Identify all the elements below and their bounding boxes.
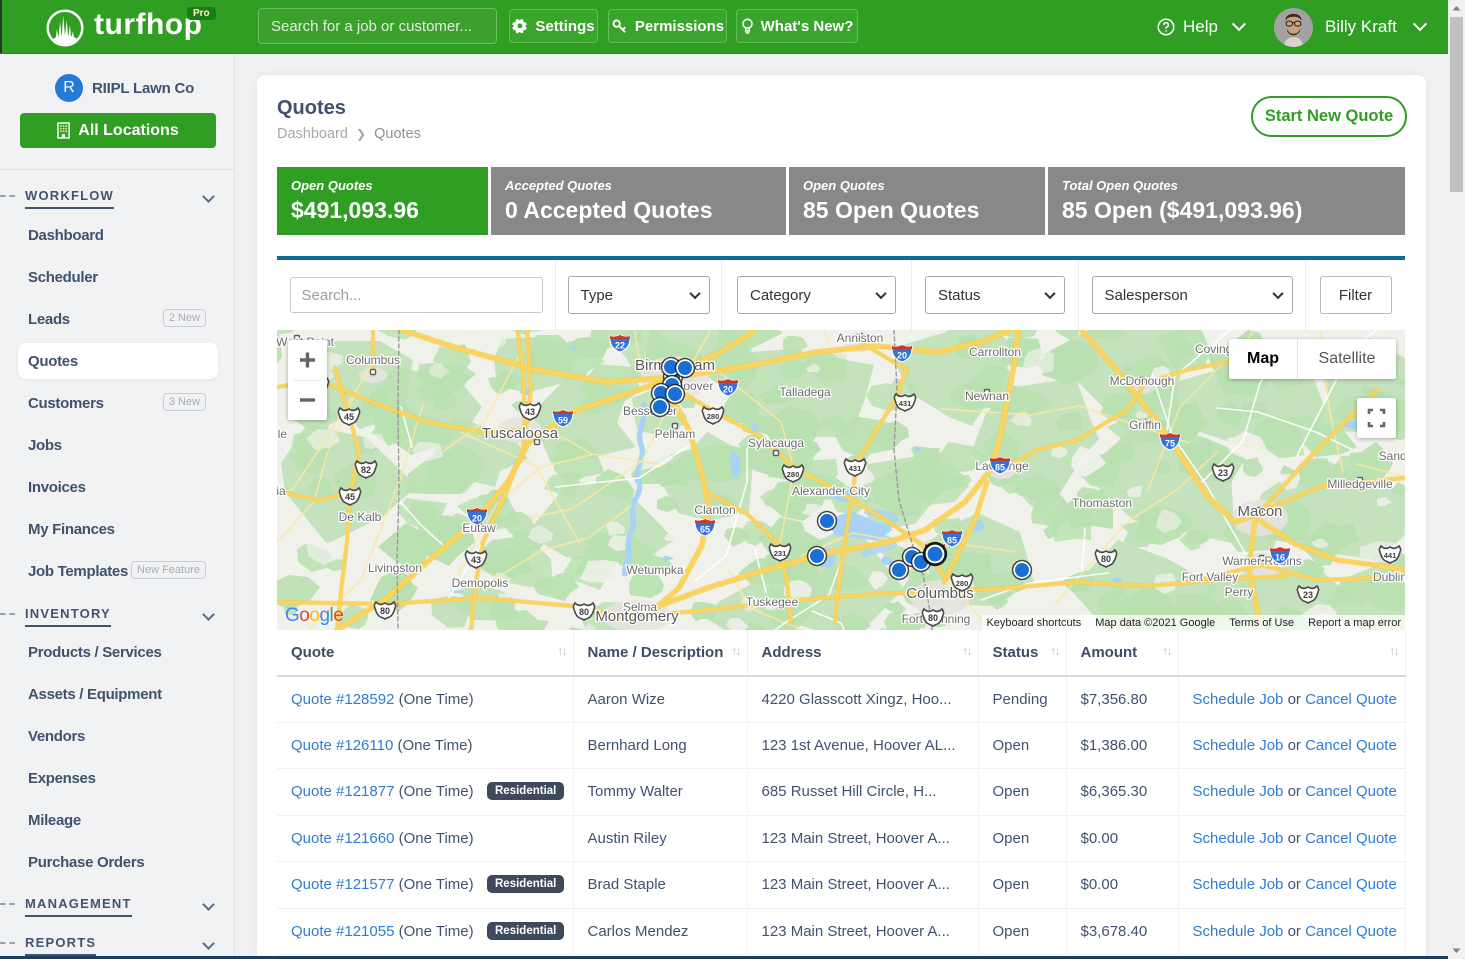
svg-text:80: 80	[928, 613, 938, 623]
svg-text:85: 85	[947, 536, 957, 546]
svg-text:23: 23	[1218, 468, 1228, 478]
svg-text:Clanton: Clanton	[694, 503, 735, 517]
svg-text:Livingston: Livingston	[368, 561, 422, 575]
svg-text:Sanders: Sanders	[1379, 449, 1405, 463]
svg-text:De Kalb: De Kalb	[339, 510, 382, 524]
svg-text:Sylacauga: Sylacauga	[748, 436, 804, 450]
svg-text:Warner Robins: Warner Robins	[1222, 554, 1302, 568]
svg-text:80: 80	[1101, 554, 1111, 564]
svg-text:Dublin: Dublin	[1373, 570, 1405, 584]
svg-text:441: 441	[1384, 551, 1397, 560]
svg-text:75: 75	[1165, 439, 1175, 449]
svg-text:Talladega: Talladega	[779, 385, 831, 399]
svg-text:231: 231	[774, 549, 787, 558]
svg-text:45: 45	[344, 412, 354, 422]
svg-text:20: 20	[897, 351, 907, 361]
svg-text:Tuskegee: Tuskegee	[746, 595, 799, 609]
svg-text:65: 65	[700, 525, 710, 535]
svg-text:Montgomery: Montgomery	[595, 608, 679, 625]
svg-text:85: 85	[995, 463, 1005, 473]
svg-text:280: 280	[956, 579, 969, 588]
svg-text:431: 431	[849, 464, 862, 473]
svg-text:43: 43	[525, 407, 535, 417]
svg-text:Wetumpka: Wetumpka	[626, 563, 683, 577]
svg-text:Macon: Macon	[1237, 503, 1282, 520]
svg-text:Thomaston: Thomaston	[1072, 496, 1132, 510]
svg-text:Anniston: Anniston	[837, 331, 884, 345]
svg-text:45: 45	[345, 492, 355, 502]
svg-text:82: 82	[361, 465, 371, 475]
svg-text:Carrollton: Carrollton	[969, 345, 1021, 359]
svg-text:22: 22	[615, 341, 625, 351]
svg-text:Newnan: Newnan	[965, 389, 1009, 403]
svg-text:20: 20	[472, 514, 482, 524]
svg-text:Griffin: Griffin	[1129, 418, 1161, 432]
svg-text:Columbus: Columbus	[346, 353, 400, 367]
svg-text:McDonough: McDonough	[1110, 374, 1175, 388]
svg-text:Pelham: Pelham	[655, 427, 696, 441]
svg-text:lle: lle	[277, 427, 287, 441]
svg-text:80: 80	[579, 607, 589, 617]
svg-text:Perry: Perry	[1225, 585, 1254, 599]
svg-text:Demopolis: Demopolis	[452, 576, 509, 590]
svg-text:16: 16	[1275, 553, 1285, 563]
svg-text:59: 59	[558, 416, 568, 426]
svg-text:80: 80	[380, 606, 390, 616]
svg-text:20: 20	[723, 385, 733, 395]
svg-text:431: 431	[899, 399, 912, 408]
svg-text:Tuscaloosa: Tuscaloosa	[482, 425, 559, 442]
svg-text:ia: ia	[277, 484, 286, 498]
svg-text:43: 43	[471, 555, 481, 565]
svg-text:23: 23	[1303, 590, 1313, 600]
svg-text:280: 280	[707, 412, 720, 421]
svg-text:280: 280	[787, 470, 800, 479]
svg-text:Fort Valley: Fort Valley	[1182, 570, 1238, 584]
svg-text:Alexander City: Alexander City	[792, 484, 870, 498]
svg-text:Milledgeville: Milledgeville	[1327, 477, 1393, 491]
